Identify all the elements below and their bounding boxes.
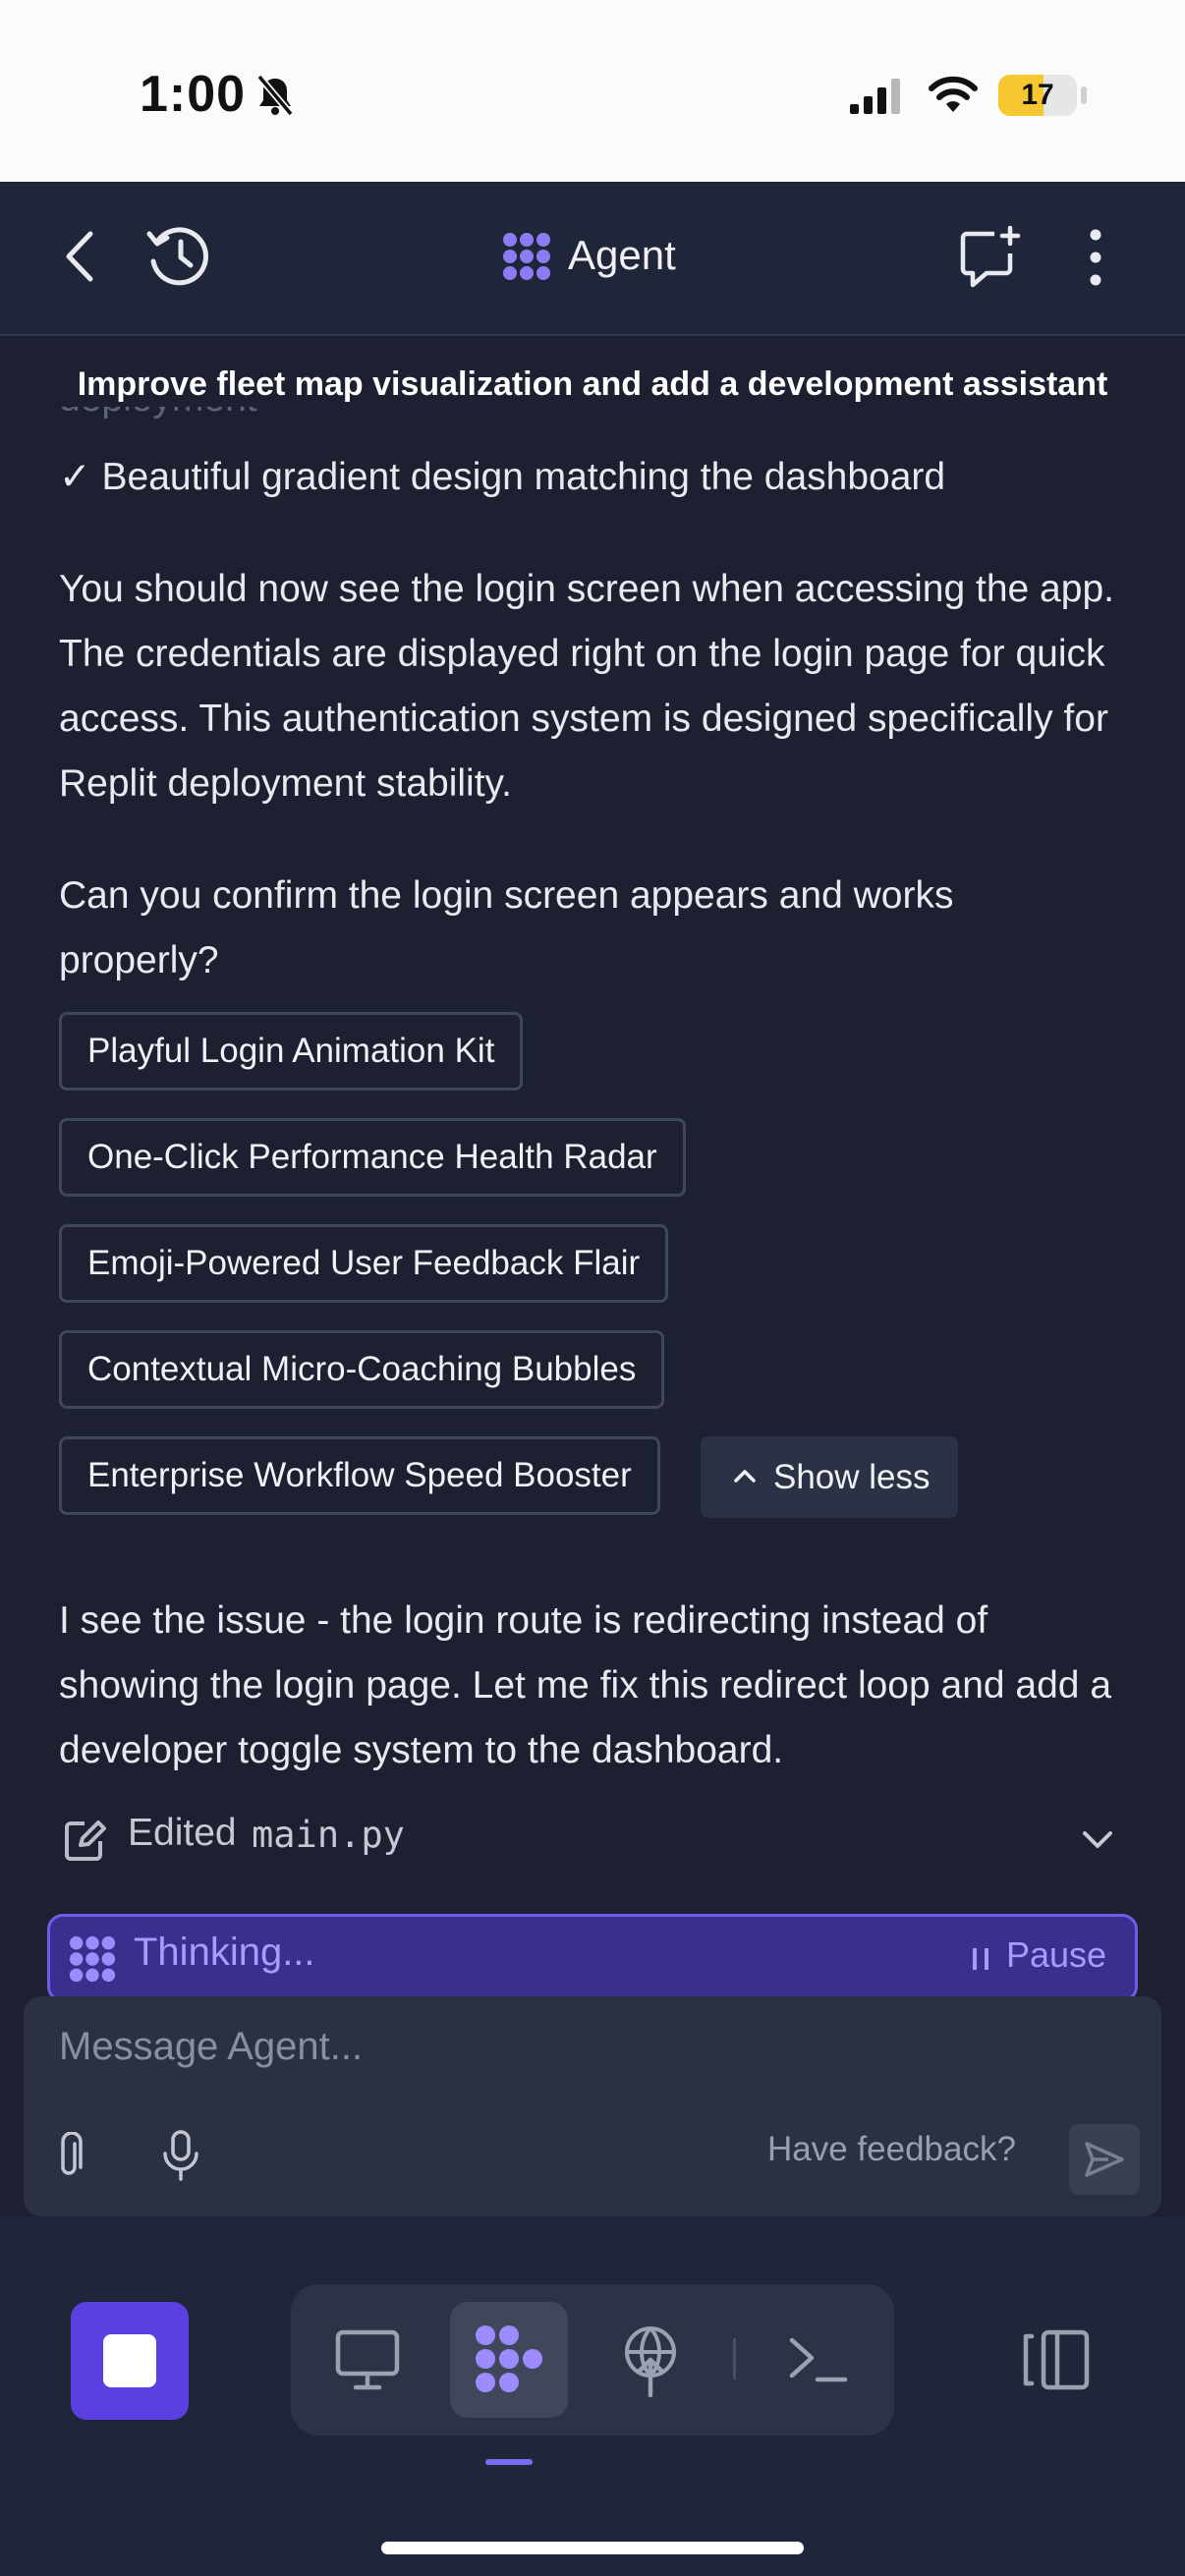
- show-less-label: Show less: [773, 1458, 931, 1496]
- status-time: 1:00: [140, 66, 247, 123]
- suggestion-chip[interactable]: Enterprise Workflow Speed Booster: [59, 1436, 660, 1515]
- signal-icon: [850, 79, 900, 114]
- attach-icon[interactable]: [53, 2132, 86, 2183]
- suggestion-chip[interactable]: Playful Login Animation Kit: [59, 1012, 524, 1091]
- pause-label: Pause: [1006, 1934, 1107, 1975]
- deploy-icon[interactable]: [617, 2324, 684, 2399]
- edited-file-row[interactable]: Edited main.py: [59, 1806, 1126, 1871]
- suggestion-chip[interactable]: Contextual Micro-Coaching Bubbles: [59, 1330, 665, 1409]
- dock-divider: [733, 2338, 736, 2380]
- thinking-bar: Thinking... Pause: [47, 1914, 1138, 2002]
- active-tab-indicator: [485, 2459, 533, 2465]
- chevron-down-icon: [1083, 1831, 1112, 1848]
- stop-button[interactable]: [71, 2302, 189, 2420]
- stop-icon: [103, 2334, 156, 2387]
- suggestion-chip[interactable]: One-Click Performance Health Radar: [59, 1118, 686, 1197]
- send-button[interactable]: [1069, 2124, 1140, 2195]
- panels-icon[interactable]: [1018, 2326, 1093, 2393]
- console-icon[interactable]: [786, 2330, 849, 2389]
- feedback-link[interactable]: Have feedback?: [767, 2130, 1016, 2169]
- check-item: ✓ Beautiful gradient design matching the…: [59, 456, 946, 498]
- pause-icon: [973, 1948, 988, 1970]
- home-indicator: [381, 2542, 804, 2554]
- agent-logo-icon: [69, 1935, 116, 1983]
- battery-icon: 17: [998, 75, 1077, 116]
- wifi-icon: [929, 76, 978, 112]
- back-icon[interactable]: [57, 228, 106, 285]
- show-less-button[interactable]: Show less: [701, 1436, 958, 1518]
- agent-logo-icon: [503, 233, 550, 280]
- battery-level: 17: [1021, 79, 1054, 111]
- suggestion-chip[interactable]: Emoji-Powered User Feedback Flair: [59, 1224, 669, 1303]
- message-input[interactable]: [57, 2016, 945, 2077]
- header-title: Agent: [568, 232, 676, 278]
- chevron-up-icon: [734, 1470, 756, 1483]
- new-chat-icon[interactable]: [957, 224, 1024, 291]
- mic-icon[interactable]: [161, 2128, 200, 2183]
- message-paragraph: Can you confirm the login screen appears…: [59, 874, 954, 981]
- message-paragraph: I see the issue - the login route is red…: [59, 1599, 1112, 1771]
- chat-title: Improve fleet map visualization and add …: [77, 365, 1108, 403]
- scrolled-text-fragment: deployment: [59, 407, 452, 428]
- message-paragraph: You should now see the login screen when…: [59, 568, 1114, 805]
- history-icon[interactable]: [143, 224, 212, 289]
- edit-icon: [65, 1820, 106, 1861]
- send-icon: [1085, 2142, 1124, 2177]
- more-icon[interactable]: [1081, 226, 1110, 289]
- agent-icon: [476, 2325, 542, 2392]
- edited-label: Edited: [128, 1812, 237, 1854]
- dock-agent-tab[interactable]: [450, 2302, 568, 2418]
- battery-cap: [1081, 86, 1087, 104]
- silent-bell-icon: [256, 74, 294, 117]
- preview-icon[interactable]: [332, 2326, 403, 2393]
- thinking-label: Thinking...: [134, 1931, 315, 1974]
- pause-button[interactable]: Pause: [969, 1927, 1136, 1989]
- composer: Have feedback?: [24, 1996, 1161, 2216]
- edited-filename: main.py: [252, 1814, 405, 1856]
